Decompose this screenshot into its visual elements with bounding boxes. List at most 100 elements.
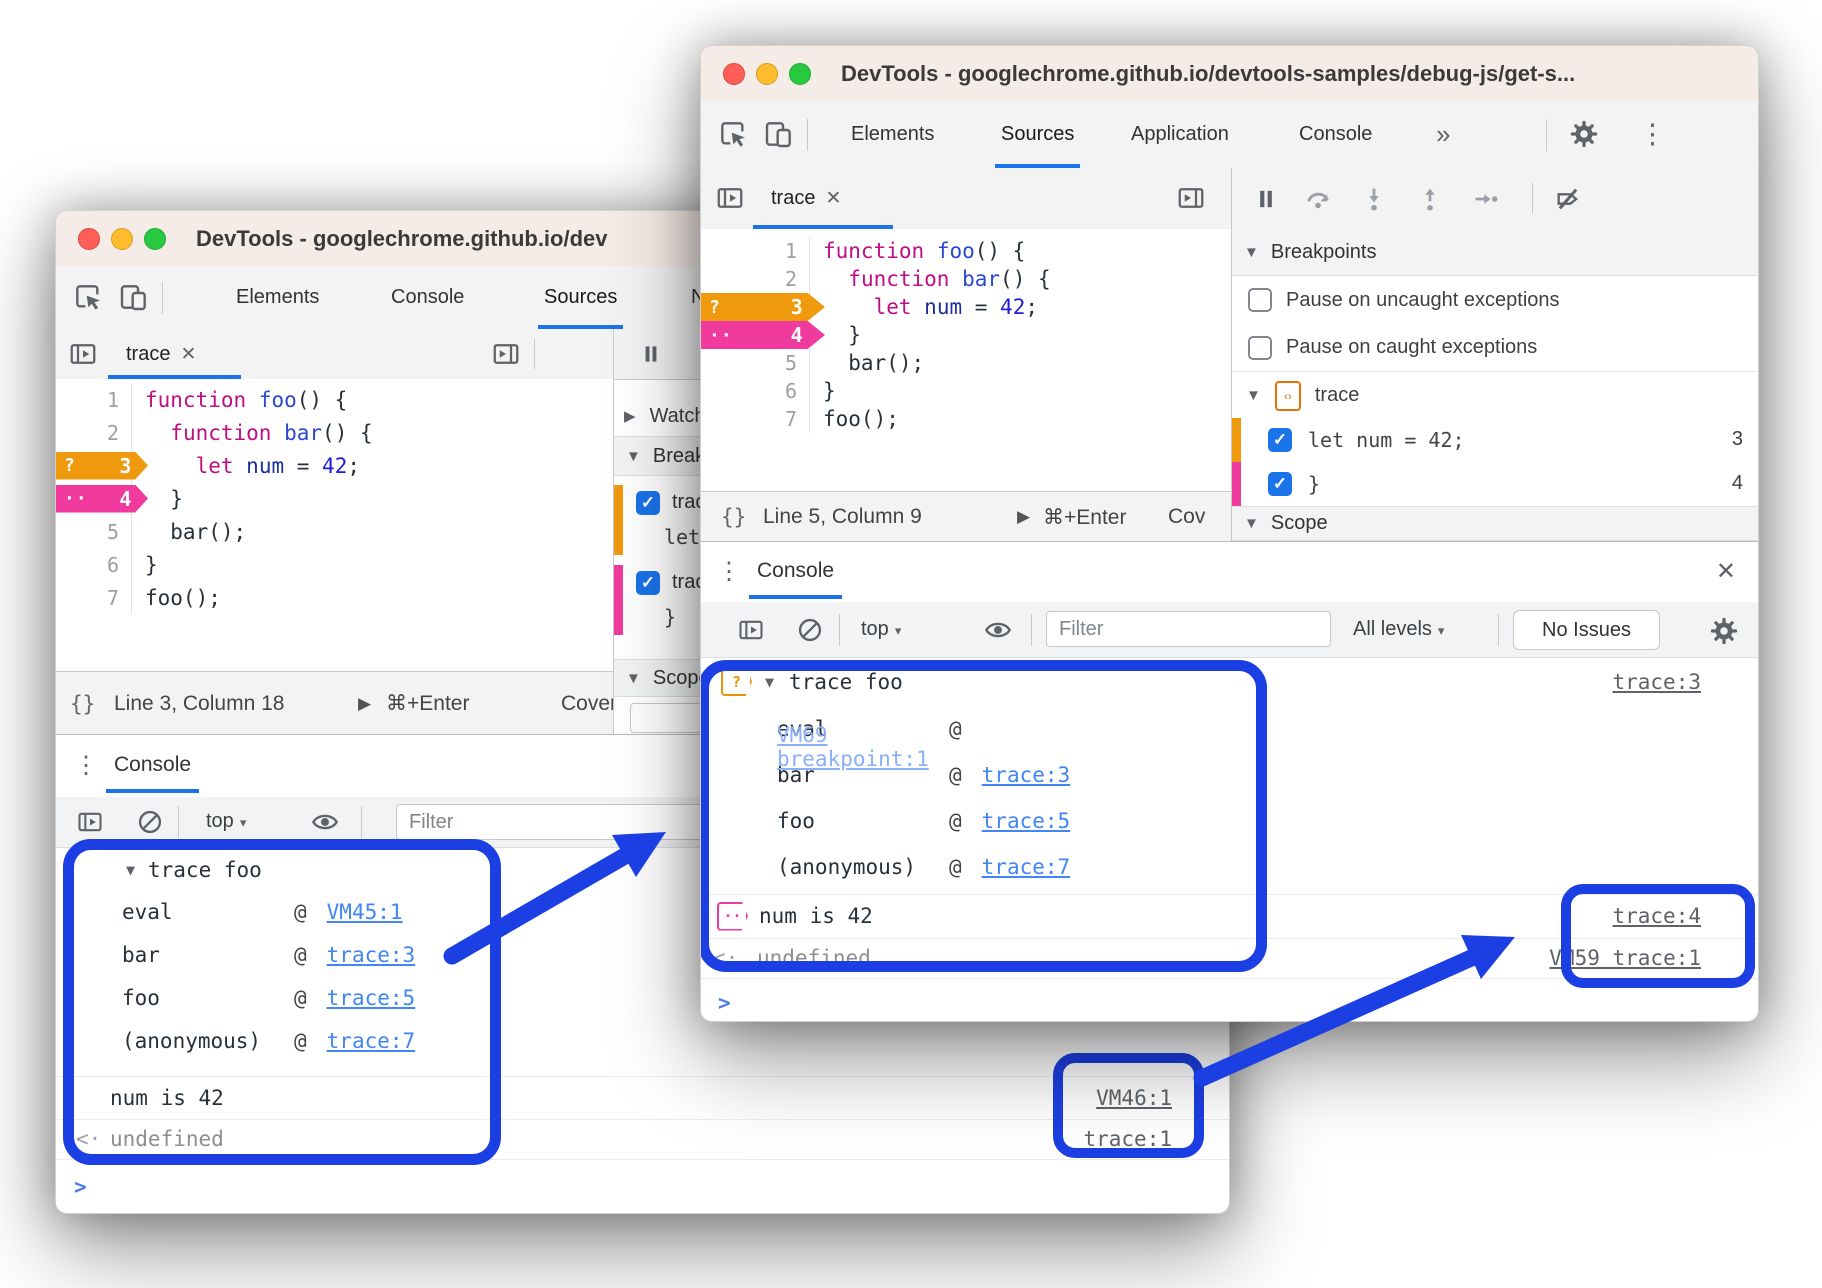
log-level-selector[interactable]: All levels▾ [1353, 618, 1444, 641]
device-toolbar-icon[interactable] [118, 281, 150, 313]
coverage-label[interactable]: Cov [1168, 505, 1205, 529]
breakpoint-checkbox[interactable]: ✓ [1268, 428, 1292, 452]
breakpoint-checkbox[interactable]: ✓ [1268, 472, 1292, 496]
coverage-label[interactable]: Cover [561, 692, 613, 716]
console-prompt-row[interactable]: > [701, 978, 1758, 1022]
drawer-tab-console[interactable]: Console [114, 753, 191, 777]
scope-filter-box[interactable] [630, 703, 702, 733]
line-number-gutter[interactable]: 1 [701, 237, 810, 265]
line-number-gutter[interactable]: 2 [56, 416, 132, 449]
console-filter-input[interactable] [1046, 611, 1331, 647]
close-traffic-light[interactable] [78, 228, 100, 250]
line-number-gutter[interactable]: 5 [701, 349, 810, 377]
inspect-icon[interactable] [72, 281, 104, 313]
step-into-icon[interactable] [1360, 185, 1388, 213]
line-number-gutter[interactable]: 7 [56, 581, 132, 614]
step-icon[interactable] [1472, 185, 1500, 213]
drawer-menu-icon[interactable]: ⋮ [74, 751, 98, 780]
drawer-tab-console[interactable]: Console [757, 559, 834, 583]
source-editor[interactable]: 1function foo() {2 function bar() {?3 le… [701, 229, 1231, 499]
maximize-traffic-light[interactable] [789, 63, 811, 85]
stack-source-link[interactable]: trace:3 [982, 763, 1071, 787]
line-number-gutter[interactable]: 7 [701, 405, 810, 433]
stack-source-link[interactable]: trace:5 [982, 809, 1071, 833]
format-button[interactable]: {} [721, 505, 746, 529]
console-sidebar-icon[interactable] [737, 616, 765, 644]
eye-icon[interactable] [984, 616, 1012, 644]
tab-application[interactable]: Application [1131, 101, 1229, 168]
source-link[interactable]: VM46:1 [1096, 1086, 1172, 1110]
breakpoints-section-header[interactable]: ▼Breakpoints [1232, 229, 1759, 276]
show-navigator-icon[interactable] [715, 183, 745, 213]
pause-icon[interactable] [638, 341, 664, 367]
file-tab-trace[interactable]: trace✕ [118, 329, 231, 379]
line-number-gutter[interactable]: ?3 [701, 293, 810, 321]
scope-section-header[interactable]: ▼Scope [1232, 506, 1759, 541]
minimize-traffic-light[interactable] [111, 228, 133, 250]
show-navigator-icon[interactable] [68, 339, 98, 369]
close-file-icon[interactable]: ✕ [180, 343, 196, 366]
breakpoint-badge[interactable]: ··4 [701, 321, 825, 349]
source-link[interactable]: trace:4 [1612, 904, 1701, 928]
step-over-icon[interactable] [1304, 185, 1332, 213]
clear-console-icon[interactable] [136, 808, 164, 836]
inspect-icon[interactable] [717, 118, 749, 150]
line-number-gutter[interactable]: 6 [56, 548, 132, 581]
titlebar[interactable]: DevTools - googlechrome.github.io/devtoo… [701, 46, 1758, 102]
line-number-gutter[interactable]: 1 [56, 383, 132, 416]
stack-source-link[interactable]: trace:3 [327, 943, 416, 967]
close-traffic-light[interactable] [723, 63, 745, 85]
line-number-gutter[interactable]: ··4 [56, 482, 132, 515]
no-issues-button[interactable]: No Issues [1513, 610, 1660, 650]
tab-sources[interactable]: Sources [1001, 101, 1074, 168]
tab-elements[interactable]: Elements [851, 101, 934, 168]
line-number-gutter[interactable]: ?3 [56, 449, 132, 482]
source-editor[interactable]: 1function foo() {2 function bar() {?3 le… [56, 379, 613, 675]
breakpoint-checkbox[interactable]: ✓ [636, 491, 660, 515]
tab-sources[interactable]: Sources [544, 266, 617, 329]
format-button[interactable]: {} [70, 692, 95, 716]
source-link[interactable]: trace:3 [1612, 670, 1701, 694]
stack-source-link[interactable]: VM69 breakpoint:1 [777, 723, 797, 743]
device-toolbar-icon[interactable] [763, 118, 795, 150]
tab-console[interactable]: Console [1299, 101, 1372, 168]
line-number-gutter[interactable]: ··4 [701, 321, 810, 349]
deactivate-breakpoints-icon[interactable] [1554, 185, 1582, 213]
breakpoint-file-group[interactable]: ▼ ‹› trace [1232, 371, 1759, 419]
step-out-icon[interactable] [1416, 185, 1444, 213]
show-debugger-icon[interactable] [491, 339, 521, 369]
breakpoint-badge[interactable]: ··4 [56, 485, 148, 513]
maximize-traffic-light[interactable] [144, 228, 166, 250]
stack-source-link[interactable]: VM45:1 [327, 900, 403, 924]
close-file-icon[interactable]: ✕ [825, 187, 841, 210]
clear-console-icon[interactable] [796, 616, 824, 644]
breakpoint-badge[interactable]: ?3 [56, 452, 148, 480]
pause-caught-checkbox[interactable] [1248, 336, 1272, 360]
line-number-gutter[interactable]: 5 [56, 515, 132, 548]
tab-console[interactable]: Console [391, 266, 464, 329]
breakpoint-entry[interactable]: ✓ let num = 42; 3 [1232, 418, 1759, 462]
context-selector[interactable]: top▾ [206, 810, 246, 833]
show-debugger-icon[interactable] [1176, 183, 1206, 213]
line-number-gutter[interactable]: 2 [701, 265, 810, 293]
close-drawer-icon[interactable]: ✕ [1716, 557, 1736, 586]
breakpoint-checkbox[interactable]: ✓ [636, 571, 660, 595]
file-tab-trace[interactable]: trace✕ [763, 168, 883, 229]
drawer-menu-icon[interactable]: ⋮ [717, 557, 741, 586]
pause-uncaught-checkbox[interactable] [1248, 288, 1272, 312]
main-menu-icon[interactable]: ⋮ [1639, 119, 1666, 150]
line-number-gutter[interactable]: 6 [701, 377, 810, 405]
source-link[interactable]: trace:1 [1083, 1127, 1172, 1151]
console-prompt-row[interactable]: > [56, 1159, 1229, 1214]
minimize-traffic-light[interactable] [756, 63, 778, 85]
more-tabs-icon[interactable]: » [1436, 101, 1450, 168]
stack-source-link[interactable]: trace:7 [327, 1029, 416, 1053]
tab-elements[interactable]: Elements [236, 266, 319, 329]
console-group-row[interactable]: ? ▼ trace foo trace:3 [701, 660, 1758, 703]
console-settings-gear-icon[interactable] [1709, 616, 1739, 646]
source-link[interactable]: VM59 trace:1 [1549, 946, 1701, 970]
pause-uncaught-row[interactable]: Pause on uncaught exceptions [1232, 276, 1759, 324]
pause-icon[interactable] [1252, 185, 1280, 213]
breakpoint-badge[interactable]: ?3 [701, 293, 825, 321]
stack-source-link[interactable]: trace:7 [982, 855, 1071, 879]
